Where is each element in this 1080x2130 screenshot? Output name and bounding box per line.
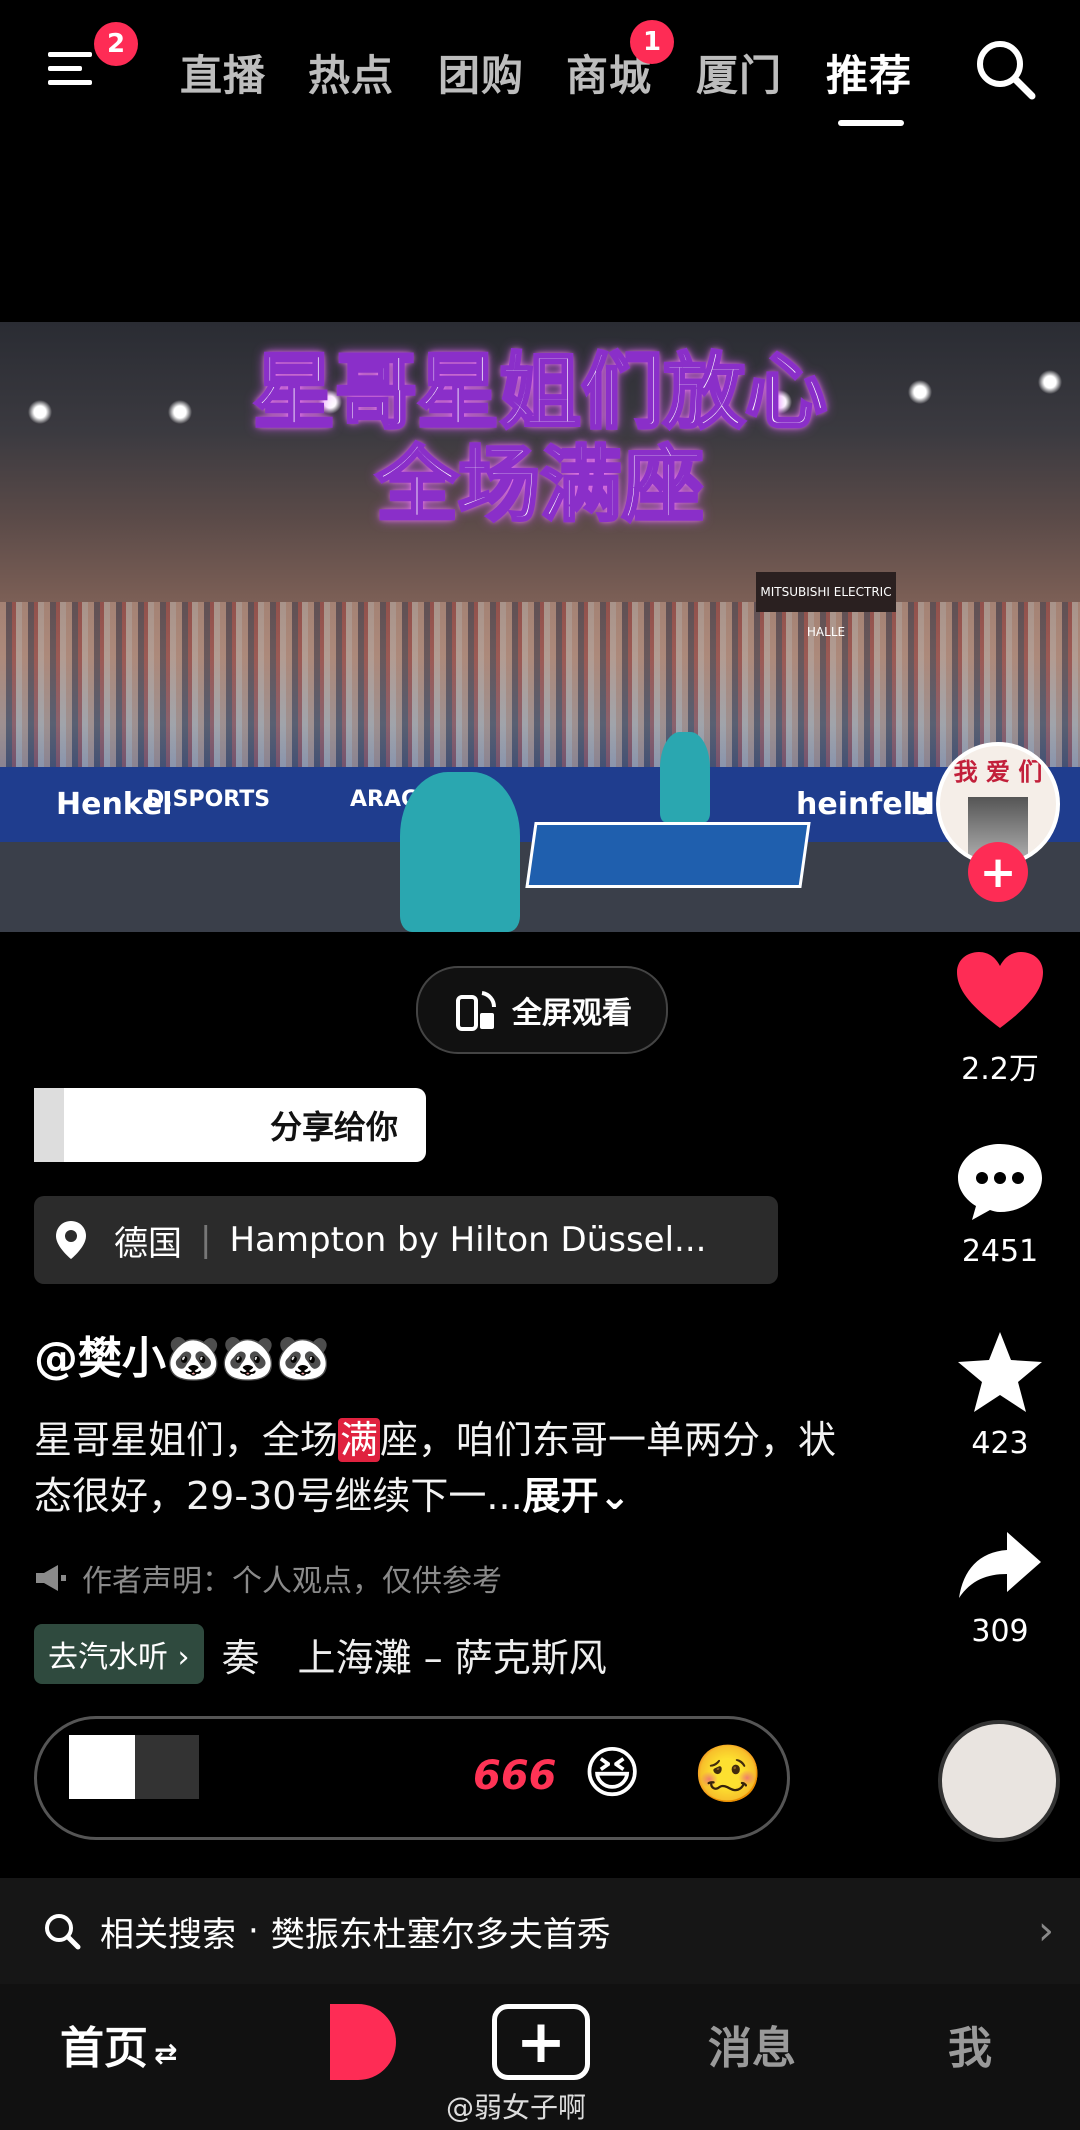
- search-icon: [45, 1914, 81, 1950]
- author-declaration: 作者声明：个人观点，仅供参考: [34, 1556, 502, 1600]
- avatar-text: 我 爱 们: [953, 758, 1043, 786]
- share-label: 分享给你: [270, 1108, 399, 1146]
- board-heinfels: heinfels: [796, 787, 931, 822]
- emoji-laugh[interactable]: 😆: [583, 1741, 641, 1806]
- top-navigation: 2 直播 热点 团购 商城 1 厦门 推荐: [0, 0, 1080, 140]
- location-region: 德国: [114, 1223, 182, 1264]
- star-icon: [958, 1332, 1042, 1412]
- nav-home[interactable]: 首页 ⇄: [60, 2012, 177, 2076]
- declaration-text: 作者声明：个人观点，仅供参考: [82, 1564, 502, 1599]
- video-description[interactable]: 星哥星姐们，全场满座，咱们东哥一单两分，状态很好，29-30号继续下一...展开…: [34, 1412, 854, 1524]
- location-tag[interactable]: 德国 | Hampton by Hilton Düssel...: [34, 1196, 778, 1284]
- related-dot: ·: [248, 1911, 259, 1951]
- menu-icon[interactable]: [46, 44, 98, 92]
- switch-icon: ⇄: [154, 2037, 178, 2070]
- location-place: Hampton by Hilton Düssel...: [229, 1220, 707, 1260]
- author-username[interactable]: @樊小🐼🐼🐼: [34, 1322, 330, 1386]
- fullscreen-button[interactable]: 全屏观看: [416, 966, 668, 1054]
- comment-input[interactable]: 666 😆 🥴: [34, 1716, 790, 1840]
- player-figure: [400, 772, 520, 932]
- mall-badge: 1: [630, 20, 674, 64]
- favorite-button[interactable]: 423: [940, 1330, 1060, 1461]
- music-title[interactable]: 奏 上海灘 – 萨克斯风: [222, 1627, 607, 1682]
- share-button[interactable]: 309: [940, 1530, 1060, 1649]
- related-search-bar[interactable]: 相关搜索 · 樊振东杜塞尔多夫首秀 ›: [0, 1878, 1080, 1984]
- fullscreen-label: 全屏观看: [512, 996, 632, 1031]
- desc-part1: 星哥星姐们，全场: [34, 1418, 339, 1462]
- desc-highlight: 满: [338, 1418, 381, 1462]
- heart-icon: [957, 952, 1043, 1028]
- share-to-you-chip: 分享给你: [34, 1088, 426, 1162]
- tab-hot[interactable]: 热点: [308, 42, 394, 103]
- emoji-dizzy[interactable]: 🥴: [693, 1741, 763, 1807]
- related-prefix: 相关搜索: [100, 1914, 236, 1955]
- redacted-name: [34, 1088, 264, 1162]
- comment-icon: [958, 1144, 1042, 1220]
- tab-recommend[interactable]: 推荐: [826, 42, 912, 103]
- location-pin-icon: [56, 1221, 86, 1259]
- create-post-button[interactable]: +: [492, 2004, 590, 2080]
- comment-count: 2451: [961, 1234, 1039, 1269]
- nav-me[interactable]: 我: [948, 2012, 992, 2076]
- arena-sign: MITSUBISHI ELECTRIC HALLE: [756, 572, 896, 639]
- tab-xiamen[interactable]: 厦门: [696, 42, 782, 103]
- related-query: 樊振东杜塞尔多夫首秀: [270, 1914, 611, 1955]
- chevron-right-icon: ›: [1038, 1908, 1054, 1954]
- location-divider: |: [200, 1220, 212, 1260]
- listen-label: 去汽水听: [48, 1640, 168, 1675]
- expand-button[interactable]: 展开: [523, 1474, 599, 1518]
- menu-badge: 2: [94, 22, 138, 66]
- video-caption-line2: 全场满座: [374, 437, 705, 535]
- tab-live[interactable]: 直播: [180, 42, 266, 103]
- like-count: 2.2万: [961, 1052, 1039, 1087]
- board-dsports: D.SPORTS: [146, 787, 271, 812]
- like-button[interactable]: 2.2万: [940, 950, 1060, 1088]
- active-tab-indicator: [838, 120, 904, 126]
- share-count: 309: [971, 1614, 1029, 1649]
- tab-group-buy[interactable]: 团购: [438, 42, 524, 103]
- listen-in-qishui-button[interactable]: 去汽水听 ›: [34, 1624, 204, 1684]
- bottom-navigation: 首页 ⇄ + 消息 我 @弱女子啊: [0, 1984, 1080, 2130]
- watermark: @弱女子啊: [446, 2091, 587, 2124]
- comment-button[interactable]: 2451: [940, 1140, 1060, 1269]
- search-icon[interactable]: [972, 36, 1038, 102]
- share-arrow-icon: [959, 1532, 1041, 1598]
- megaphone-icon: [36, 1565, 66, 1591]
- nav-messages[interactable]: 消息: [708, 2012, 796, 2076]
- music-disc-avatar[interactable]: [938, 1720, 1060, 1842]
- redacted-comment-placeholder: [69, 1735, 199, 1799]
- ping-pong-table: [525, 822, 811, 888]
- chevron-down-icon: ⌄: [598, 1474, 631, 1518]
- rotate-screen-icon: [456, 991, 497, 1031]
- music-row: 去汽水听 › 奏 上海灘 – 萨克斯风: [34, 1624, 607, 1684]
- favorite-count: 423: [971, 1426, 1029, 1461]
- emoji-666[interactable]: 666: [473, 1753, 557, 1799]
- nav-home-label: 首页: [60, 2023, 148, 2074]
- opponent-figure: [660, 732, 710, 822]
- follow-button[interactable]: +: [968, 842, 1028, 902]
- redacted-nav-item[interactable]: [270, 2004, 396, 2080]
